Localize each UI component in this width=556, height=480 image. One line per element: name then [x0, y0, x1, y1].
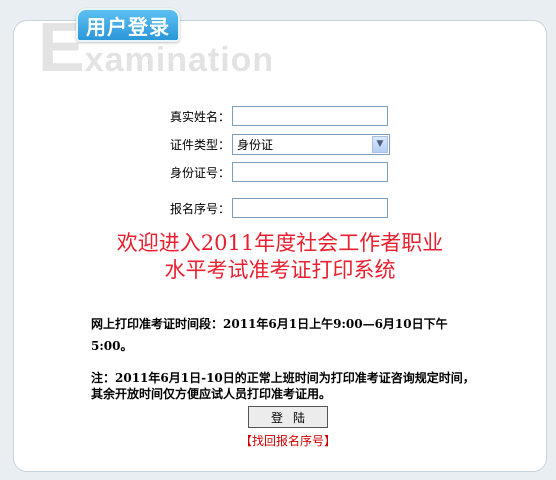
retrieve-reg-number-link[interactable]: 【找回报名序号】: [200, 432, 376, 449]
welcome-heading: 欢迎进入2011年度社会工作者职业 水平考试准考证打印系统: [60, 230, 500, 284]
id-number-input[interactable]: [232, 162, 388, 182]
real-name-input[interactable]: [232, 106, 388, 126]
reg-number-label: 报名序号：: [169, 201, 230, 216]
id-type-label: 证件类型：: [169, 137, 230, 152]
reg-number-row: 报名序号：: [140, 197, 388, 219]
reg-number-input[interactable]: [232, 198, 388, 218]
id-type-selected-value: 身份证: [237, 137, 274, 152]
welcome-line-2: 水平考试准考证打印系统: [164, 258, 396, 282]
chevron-down-icon[interactable]: ▼: [372, 135, 388, 153]
user-login-tab: 用户登录: [76, 8, 180, 42]
welcome-line-1: 欢迎进入2011年度社会工作者职业: [116, 231, 444, 255]
consultation-note: 注：2011年6月1日-10日的正常上班时间为打印准考证咨询规定时间，其余开放时…: [91, 371, 475, 401]
real-name-label: 真实姓名：: [169, 109, 230, 124]
id-number-row: 身份证号：: [140, 161, 388, 183]
id-type-select[interactable]: 身份证 ▼: [232, 133, 390, 155]
id-number-label: 身份证号：: [169, 165, 230, 180]
id-type-row: 证件类型： 身份证 ▼: [140, 133, 390, 155]
login-button[interactable]: 登陆: [248, 406, 328, 428]
real-name-row: 真实姓名：: [140, 105, 388, 127]
print-period-notice: 网上打印准考证时间段：2011年6月1日上午9:00—6月10日下午5:00。: [91, 317, 448, 353]
watermark-word: xamination: [84, 41, 275, 79]
